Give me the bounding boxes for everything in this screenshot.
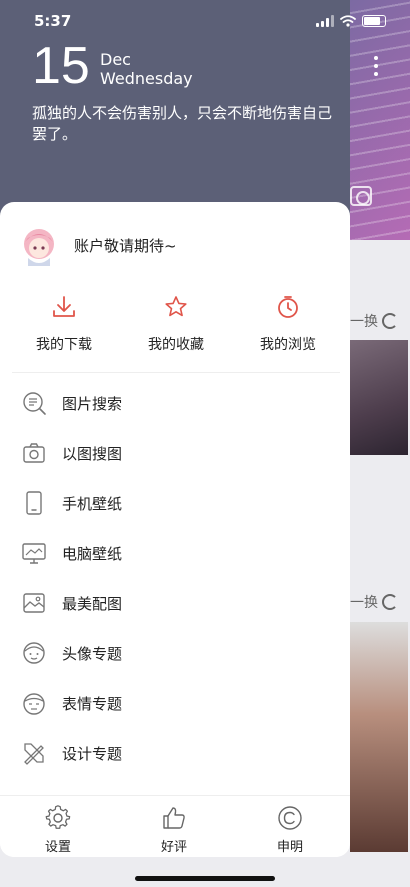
copyright-icon <box>278 806 302 830</box>
star-icon <box>165 296 187 317</box>
design-tools-icon <box>20 739 48 767</box>
gear-icon <box>45 805 71 829</box>
menu-item-label: 电脑壁纸 <box>62 544 123 563</box>
monitor-icon <box>20 539 48 567</box>
anime-avatar-icon <box>20 224 58 266</box>
menu-item-label: 表情专题 <box>62 694 123 713</box>
image-search-icon <box>20 389 48 417</box>
my-history-button[interactable]: 我的浏览 <box>232 294 344 354</box>
menu-item-image-search[interactable]: 图片搜索 <box>0 378 350 428</box>
emoji-icon <box>20 689 48 717</box>
background-change-button: 一换 <box>350 311 398 331</box>
statement-button[interactable]: 申明 <box>232 796 348 857</box>
history-icon <box>278 296 298 318</box>
menu-item-design-topics[interactable]: 设计专题 <box>0 728 350 778</box>
phone-icon <box>20 489 48 517</box>
divider <box>12 372 340 373</box>
my-history-label: 我的浏览 <box>260 337 316 353</box>
menu-item-pc-wallpaper[interactable]: 电脑壁纸 <box>0 528 350 578</box>
rate-button[interactable]: 好评 <box>116 796 232 857</box>
menu-item-phone-wallpaper[interactable]: 手机壁纸 <box>0 478 350 528</box>
menu-item-search-by-image[interactable]: 以图搜图 <box>0 428 350 478</box>
menu-item-label: 头像专题 <box>62 644 123 663</box>
thumbs-up-icon <box>163 807 185 829</box>
background-change-button: 一换 <box>350 592 398 612</box>
quick-actions: 我的下载 我的收藏 我的浏览 <box>0 294 350 354</box>
my-downloads-label: 我的下载 <box>36 337 92 353</box>
statement-label: 申明 <box>276 840 303 855</box>
account-row[interactable]: 账户敬请期待~ <box>20 224 177 266</box>
battery-icon <box>362 15 386 27</box>
settings-button[interactable]: 设置 <box>0 796 116 857</box>
background-camera-icon <box>350 186 372 206</box>
background-thumbnail <box>350 622 408 852</box>
status-time: 5:37 <box>34 12 72 30</box>
my-favorites-label: 我的收藏 <box>148 337 204 353</box>
my-downloads-button[interactable]: 我的下载 <box>8 294 120 354</box>
date-weekday: Wednesday <box>100 69 193 88</box>
drawer-card: 账户敬请期待~ 我的下载 我的收藏 我的浏览 图片搜索 以图搜图 手机壁纸 电脑… <box>0 202 350 857</box>
drawer-bottom-bar: 设置 好评 申明 <box>0 795 350 857</box>
my-favorites-button[interactable]: 我的收藏 <box>120 294 232 354</box>
menu-item-label: 设计专题 <box>62 744 123 763</box>
menu-item-label: 最美配图 <box>62 594 123 613</box>
menu-item-label: 手机壁纸 <box>62 494 123 513</box>
signal-icon <box>316 15 334 27</box>
background-thumbnail <box>350 340 408 455</box>
picture-icon <box>20 589 48 617</box>
side-drawer: 15 Dec Wednesday 孤独的人不会伤害别人，只会不断地伤害自己罢了。… <box>0 0 350 887</box>
settings-label: 设置 <box>44 840 71 855</box>
menu-item-label: 以图搜图 <box>62 444 123 463</box>
wifi-icon <box>340 15 356 27</box>
menu-item-avatar-topics[interactable]: 头像专题 <box>0 628 350 678</box>
camera-icon <box>20 439 48 467</box>
menu-item-best-pictures[interactable]: 最美配图 <box>0 578 350 628</box>
date-month: Dec <box>100 50 131 69</box>
background-more-icon <box>374 56 380 76</box>
face-icon <box>20 639 48 667</box>
account-name: 账户敬请期待~ <box>74 236 177 255</box>
home-indicator[interactable] <box>135 876 275 881</box>
menu-item-emoji-topics[interactable]: 表情专题 <box>0 678 350 728</box>
download-icon <box>53 296 75 317</box>
drawer-menu: 图片搜索 以图搜图 手机壁纸 电脑壁纸 最美配图 头像专题 表情专题 设计专题 <box>0 378 350 778</box>
status-bar: 5:37 <box>0 0 410 44</box>
rate-label: 好评 <box>160 840 187 855</box>
date-day: 15 <box>32 37 90 95</box>
status-icons <box>316 15 386 27</box>
menu-item-label: 图片搜索 <box>62 394 123 413</box>
daily-quote: 孤独的人不会伤害别人，只会不断地伤害自己罢了。 <box>32 104 333 143</box>
